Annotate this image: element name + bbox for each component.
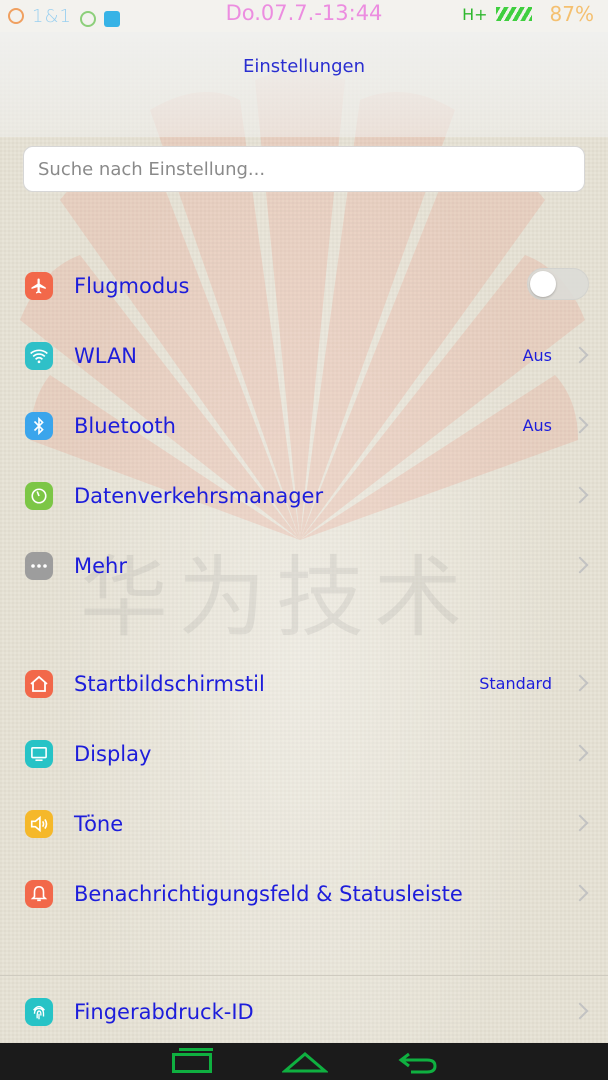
bluetooth-icon xyxy=(25,412,53,440)
chevron-right-icon xyxy=(571,556,589,574)
setting-value: Standard xyxy=(479,674,552,693)
setting-more[interactable]: Mehr xyxy=(0,531,608,601)
chevron-right-icon xyxy=(571,674,589,692)
back-icon[interactable] xyxy=(397,1050,439,1074)
setting-notifications[interactable]: Benachrichtigungsfeld & Statusleiste xyxy=(0,859,608,929)
notification-icon xyxy=(25,880,53,908)
setting-label: Mehr xyxy=(74,554,127,578)
airplane-icon xyxy=(25,272,53,300)
search-placeholder: Suche nach Einstellung... xyxy=(38,159,266,180)
setting-label: Bluetooth xyxy=(74,414,176,438)
battery-level: 87% xyxy=(549,2,594,26)
chevron-right-icon xyxy=(571,486,589,504)
chevron-right-icon xyxy=(571,416,589,434)
home-icon xyxy=(25,670,53,698)
status-bar: 1&1 Do.07.7.-13:44 H+ 87% xyxy=(0,0,608,32)
setting-label: Fingerabdruck-ID xyxy=(74,1000,254,1024)
chevron-right-icon xyxy=(571,1002,589,1020)
status-right: H+ 87% xyxy=(462,0,594,28)
setting-label: Display xyxy=(74,742,152,766)
fingerprint-icon xyxy=(25,998,53,1026)
setting-bluetooth[interactable]: Bluetooth Aus xyxy=(0,391,608,461)
network-type: H+ xyxy=(462,4,488,24)
chevron-right-icon xyxy=(571,346,589,364)
setting-home-style[interactable]: Startbildschirmstil Standard xyxy=(0,649,608,719)
setting-fingerprint[interactable]: Fingerabdruck-ID xyxy=(0,977,608,1047)
chevron-right-icon xyxy=(571,744,589,762)
page-title: Einstellungen xyxy=(242,56,366,77)
setting-airplane-mode[interactable]: Flugmodus xyxy=(0,251,608,321)
setting-wlan[interactable]: WLAN Aus xyxy=(0,321,608,391)
search-input[interactable]: Suche nach Einstellung... xyxy=(23,146,585,192)
setting-sounds[interactable]: Töne xyxy=(0,789,608,859)
setting-label: Töne xyxy=(74,812,124,836)
setting-display[interactable]: Display xyxy=(0,719,608,789)
navigation-bar xyxy=(0,1043,608,1080)
chevron-right-icon xyxy=(571,884,589,902)
wifi-icon xyxy=(25,342,53,370)
setting-value: Aus xyxy=(522,346,552,365)
setting-label: Flugmodus xyxy=(74,274,190,298)
setting-label: Startbildschirmstil xyxy=(74,672,265,696)
setting-label: Benachrichtigungsfeld & Statusleiste xyxy=(74,882,463,906)
setting-data-manager[interactable]: Datenverkehrsmanager xyxy=(0,461,608,531)
airplane-mode-toggle[interactable] xyxy=(527,268,589,300)
home-nav-icon[interactable] xyxy=(282,1051,328,1073)
toggle-knob xyxy=(530,271,556,297)
section-divider xyxy=(0,975,608,976)
setting-label: Datenverkehrsmanager xyxy=(74,484,324,508)
chevron-right-icon xyxy=(571,814,589,832)
signal-icon xyxy=(495,7,532,21)
sound-icon xyxy=(25,810,53,838)
header-background xyxy=(0,32,608,137)
setting-value: Aus xyxy=(522,416,552,435)
data-usage-icon xyxy=(25,482,53,510)
setting-label: WLAN xyxy=(74,344,138,368)
more-icon xyxy=(25,552,53,580)
display-icon xyxy=(25,740,53,768)
recent-apps-icon[interactable] xyxy=(172,1048,213,1073)
